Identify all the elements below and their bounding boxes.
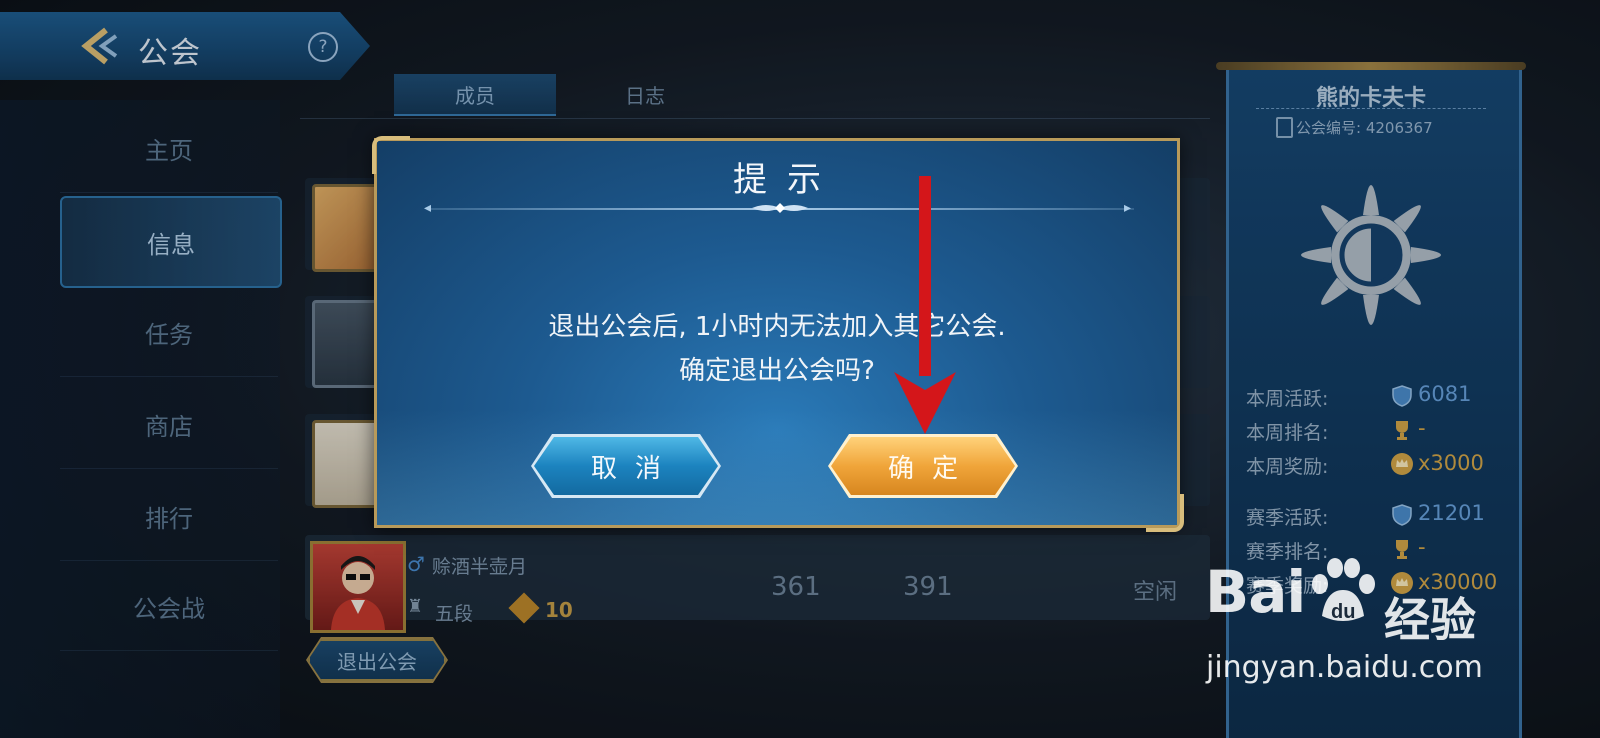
dialog-title: 提示 [733,160,841,200]
title-ornament-icon [752,203,808,213]
dialog-message-line2: 确定退出公会吗? [679,356,875,386]
dialog-message-line1: 退出公会后, 1小时内无法加入其它公会. [548,312,1006,342]
watermark-logo: Bai [1205,558,1306,626]
cancel-button[interactable]: 取消 [534,437,718,495]
confirm-button[interactable]: 确定 [831,437,1015,495]
watermark-url: jingyan.baidu.com [1206,650,1483,685]
baidu-paw-icon: du [1312,558,1375,623]
svg-text:du: du [1331,601,1355,623]
red-annotation-arrow-icon [894,176,956,434]
divider-arrow-left-icon: ◂ [424,200,432,216]
watermark-logo-cn: 经验 [1384,593,1476,647]
divider-arrow-right-icon: ▸ [1124,200,1132,216]
dialog-corner [1146,494,1184,532]
